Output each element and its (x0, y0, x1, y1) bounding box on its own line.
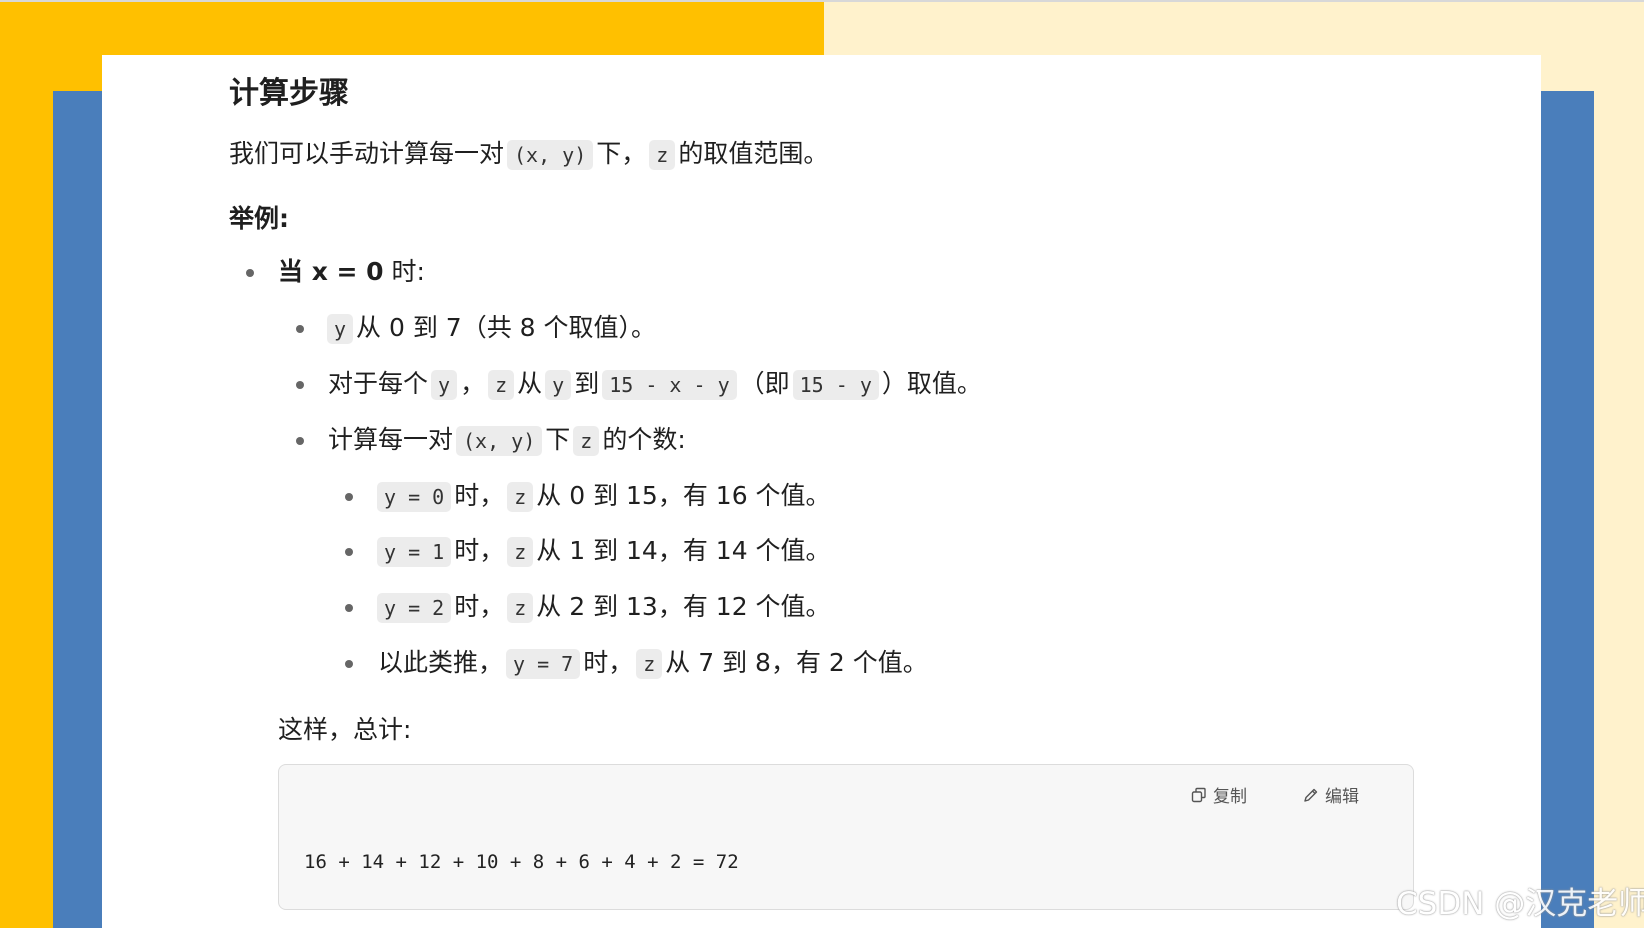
side-bar-right (1541, 91, 1594, 928)
section-heading: 计算步骤 (229, 76, 349, 111)
item-text: 时， (454, 536, 505, 565)
inline-code: y (545, 370, 572, 400)
item-text: ）取值。 (881, 369, 982, 398)
edit-label: 编辑 (1325, 787, 1359, 807)
bullet-level3 (345, 604, 353, 612)
inline-code: (x, y) (456, 426, 543, 456)
inline-code: y (431, 370, 458, 400)
copy-icon (1191, 787, 1206, 802)
watermark: CSDN @汉克老师 (1396, 886, 1644, 922)
list-item-count: 计算每一对 (x, y) 下 z 的个数: (328, 422, 686, 459)
item-text: 时， (454, 481, 505, 510)
condition-rest: 时: (391, 257, 425, 286)
edit-button[interactable]: 编辑 (1303, 782, 1359, 807)
list-item-x0: 当 x = 0 时: (278, 254, 425, 290)
side-bar-left (53, 91, 102, 928)
inline-code: y = 0 (377, 482, 452, 512)
inline-code: z (507, 593, 534, 623)
item-text: 对于每个 (328, 369, 429, 398)
item-text: 下 (545, 425, 571, 454)
item-text: 从 0 到 15，有 16 个值。 (536, 481, 831, 510)
inline-code: z (507, 482, 534, 512)
inline-code: z (573, 426, 600, 456)
item-text: （即 (739, 369, 790, 398)
copy-label: 复制 (1213, 787, 1247, 807)
inline-code: z (488, 370, 515, 400)
inline-code: (x, y) (507, 140, 594, 170)
bullet-level3 (345, 660, 353, 668)
inline-code: y = 2 (377, 593, 452, 623)
bullet-level3 (345, 493, 353, 501)
inline-code: z (507, 537, 534, 567)
bullet-level2 (296, 381, 304, 389)
intro-text-a: 我们可以手动计算每一对 (229, 139, 505, 168)
item-text: 从 2 到 13，有 12 个值。 (536, 592, 831, 621)
item-text: 从 (517, 369, 543, 398)
bullet-level1 (246, 269, 254, 277)
inline-code: 15 - x - y (602, 370, 737, 400)
item-text: ， (460, 369, 486, 398)
item-text: 的个数: (602, 425, 686, 454)
intro-text-b: 下， (596, 139, 647, 168)
inline-code: z (649, 140, 676, 170)
copy-button[interactable]: 复制 (1191, 782, 1247, 807)
intro-paragraph: 我们可以手动计算每一对 (x, y) 下， z 的取值范围。 (229, 136, 828, 173)
inline-code: y = 1 (377, 537, 452, 567)
inline-code: y = 7 (506, 649, 581, 679)
inline-code: y (327, 314, 354, 344)
item-text: 以此类推， (378, 648, 504, 677)
list-item-z-range: 对于每个 y， z 从 y 到 15 - x - y （即 15 - y ）取值。 (328, 366, 982, 403)
edit-icon (1304, 788, 1318, 802)
item-text: 从 7 到 8，有 2 个值。 (665, 648, 928, 677)
item-text: 到 (574, 369, 600, 398)
code-content: 16 + 14 + 12 + 10 + 8 + 6 + 4 + 2 = 72 (304, 851, 739, 873)
top-border (0, 0, 1644, 2)
bullet-level3 (345, 548, 353, 556)
item-text: 从 1 到 14，有 14 个值。 (536, 536, 831, 565)
example-label: 举例: (229, 204, 289, 233)
item-text: 计算每一对 (328, 425, 454, 454)
sub-item-y0: y = 0 时， z 从 0 到 15，有 16 个值。 (374, 478, 831, 515)
sub-item-y1: y = 1 时， z 从 1 到 14，有 14 个值。 (374, 533, 831, 570)
item-text: 时， (454, 592, 505, 621)
list-item-y-range: y从 0 到 7（共 8 个取值）。 (324, 310, 656, 347)
inline-code: z (636, 649, 663, 679)
item-text: 时， (583, 648, 634, 677)
code-block: 复制 编辑 16 + 14 + 12 + 10 + 8 + 6 + 4 + 2 … (278, 764, 1414, 910)
inline-code: 15 - y (792, 370, 879, 400)
bullet-level2 (296, 437, 304, 445)
item-text: 从 0 到 7（共 8 个取值）。 (356, 313, 656, 342)
bullet-level2 (296, 325, 304, 333)
intro-text-c: 的取值范围。 (678, 139, 829, 168)
sub-item-y7: 以此类推， y = 7 时， z 从 7 到 8，有 2 个值。 (378, 645, 928, 682)
summary-text: 这样，总计: (278, 715, 412, 744)
sub-item-y2: y = 2 时， z 从 2 到 13，有 12 个值。 (374, 589, 831, 626)
condition-bold: 当 x = 0 (278, 257, 384, 286)
